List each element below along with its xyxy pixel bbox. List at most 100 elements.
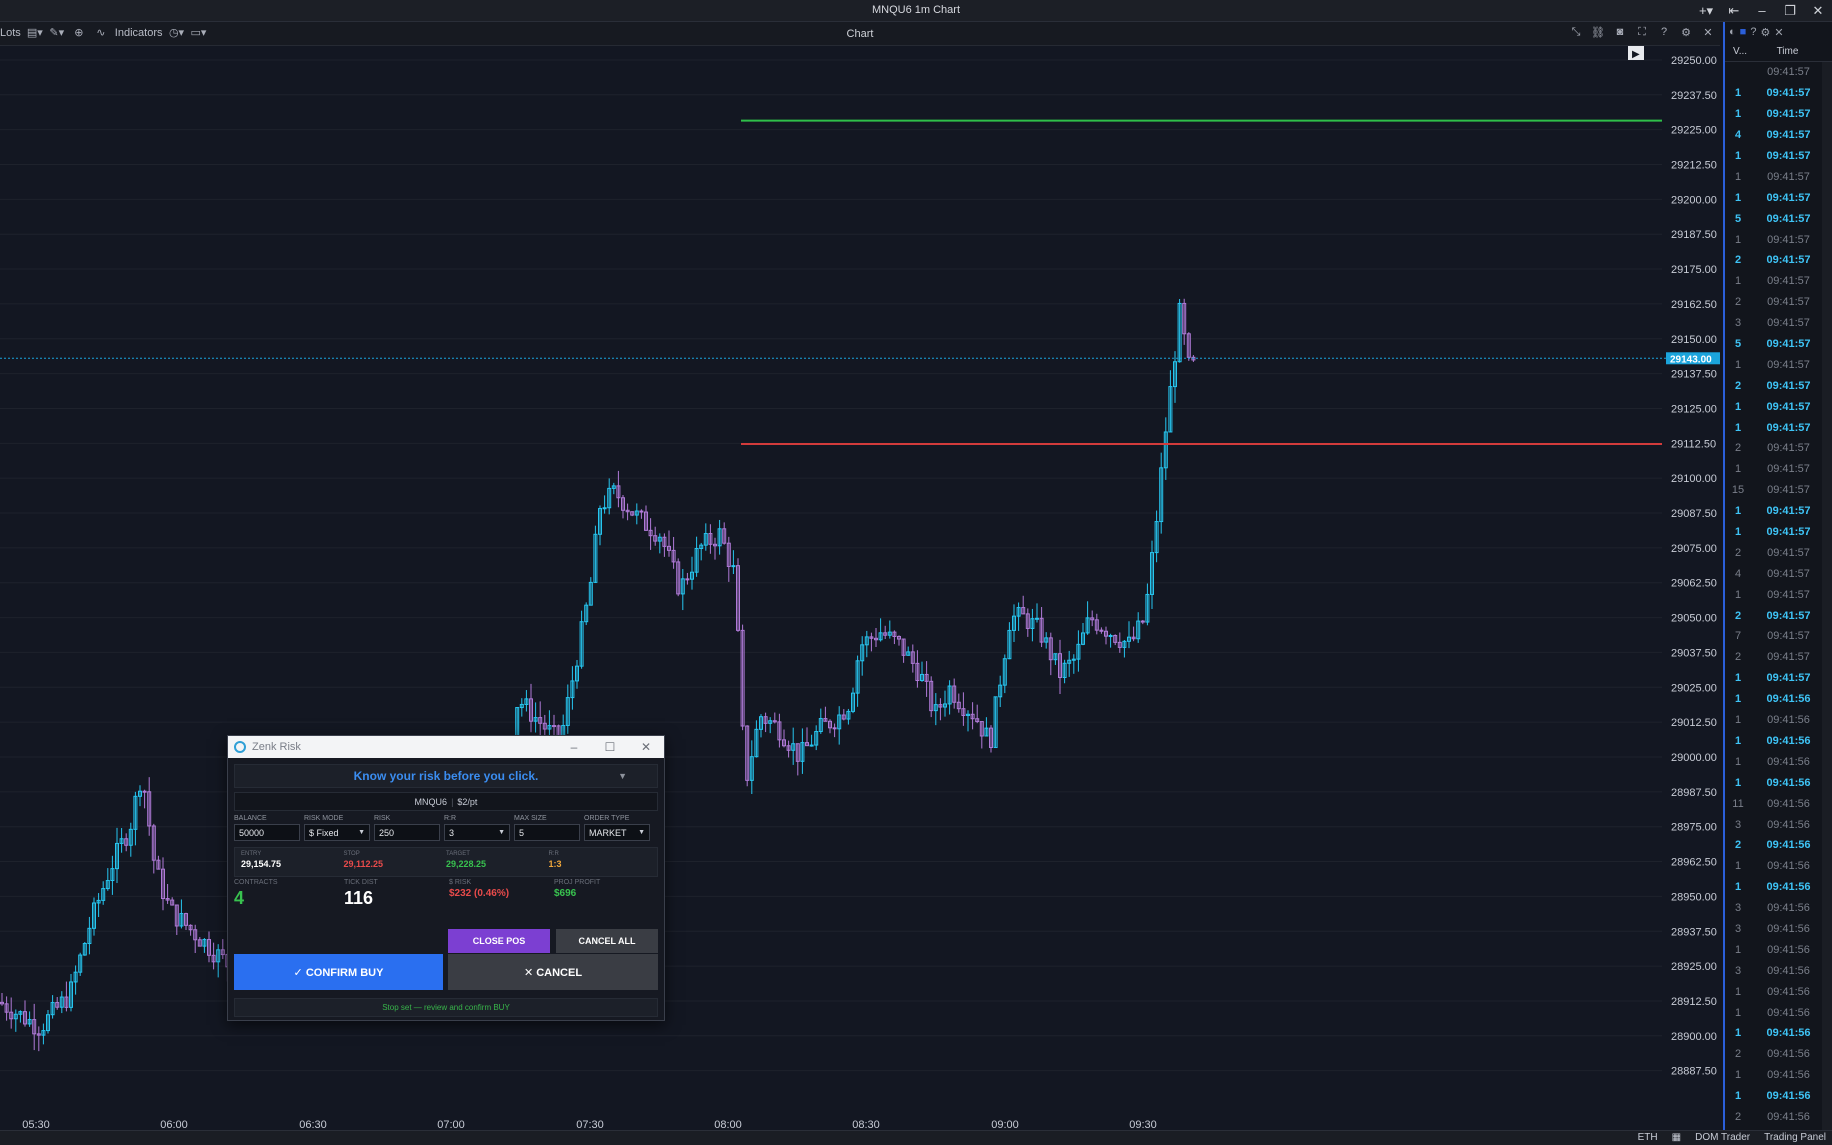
- link-icon[interactable]: ⛓: [1590, 26, 1606, 39]
- trade-volume: 1: [1734, 233, 1742, 246]
- cancel-button[interactable]: ✕ CANCEL: [448, 954, 658, 990]
- crosshair-icon[interactable]: ⤡: [1568, 26, 1584, 39]
- dialog-title-bar[interactable]: Zenk Risk – ☐ ✕: [228, 736, 664, 758]
- restore-icon[interactable]: ❐: [1776, 0, 1804, 22]
- trade-time: 09:41:56: [1767, 1110, 1810, 1123]
- field-select[interactable]: 3 ▼: [444, 824, 510, 841]
- zoom-icon[interactable]: ⊕: [71, 26, 87, 39]
- session-selector[interactable]: ETH: [1638, 1132, 1658, 1143]
- help-icon[interactable]: ?: [1656, 26, 1672, 39]
- close-position-button[interactable]: CLOSE POS: [448, 929, 550, 953]
- calc-stop: STOP 29,112.25: [344, 851, 447, 873]
- price-tick-label: 29150.00: [1671, 334, 1717, 346]
- chevron-down-icon[interactable]: ▼: [618, 771, 627, 781]
- trade-time: 09:41:56: [1767, 1006, 1810, 1019]
- chevron-down-icon[interactable]: ▼: [638, 829, 645, 836]
- add-window-icon[interactable]: +▾: [1692, 0, 1720, 22]
- trade-volume: 1: [1734, 860, 1742, 873]
- chevron-down-icon[interactable]: ▼: [498, 829, 505, 836]
- trade-row: 1 09:41:56: [1725, 877, 1832, 898]
- trade-row: 2 09:41:56: [1725, 1044, 1832, 1065]
- trade-volume: 2: [1734, 254, 1742, 267]
- candle-body: [1140, 620, 1145, 623]
- minimize-icon[interactable]: –: [1748, 0, 1776, 22]
- trading-panel-tab[interactable]: Trading Panel: [1764, 1132, 1826, 1143]
- field-value: 50000: [239, 828, 265, 838]
- risk-banner[interactable]: Know your risk before you click. ▼: [234, 764, 658, 788]
- camera-icon[interactable]: ◙: [1612, 26, 1628, 39]
- calc-value: 29,154.75: [241, 859, 282, 869]
- trade-volume: 2: [1734, 839, 1742, 852]
- panel-scrollbar[interactable]: [1822, 62, 1832, 1130]
- trade-time: 09:41:57: [1766, 505, 1811, 518]
- col-volume[interactable]: V...: [1725, 46, 1751, 61]
- timer-icon[interactable]: ◷▾: [169, 26, 185, 39]
- trade-volume: 15: [1731, 484, 1745, 497]
- panel-gear-icon[interactable]: ⚙: [1760, 26, 1770, 42]
- chart-toolbar: Lots ▤▾ ✎▾ ⊕ ∿ Indicators ◷▾ ▭▾ Chart ⤡ …: [0, 22, 1720, 46]
- field-input[interactable]: 5: [514, 824, 580, 841]
- trade-time: 09:41:56: [1767, 797, 1810, 810]
- trade-time: 09:41:56: [1766, 693, 1811, 706]
- template-icon[interactable]: ▭▾: [191, 26, 207, 39]
- panel-close-icon[interactable]: ✕: [1774, 26, 1783, 42]
- chevron-down-icon[interactable]: ▼: [358, 829, 365, 836]
- trade-row: 1 09:41:56: [1725, 939, 1832, 960]
- trade-time: 09:41:57: [1767, 484, 1810, 497]
- price-tick-label: 29025.00: [1671, 682, 1717, 694]
- draw-pencil-icon[interactable]: ✎▾: [49, 26, 65, 39]
- trade-row: 2 09:41:56: [1725, 835, 1832, 856]
- trade-volume: 1: [1734, 755, 1742, 768]
- indicators-icon[interactable]: ∿: [93, 26, 109, 39]
- trade-row: 1 09:41:56: [1725, 1086, 1832, 1107]
- trade-time: 09:41:57: [1766, 421, 1811, 434]
- window-controls: +▾ ⇤ – ❐ ✕: [1692, 0, 1832, 22]
- panel-toggle-icon[interactable]: ◐: [1729, 26, 1736, 42]
- trade-volume: 2: [1734, 1048, 1742, 1061]
- field-select[interactable]: MARKET ▼: [584, 824, 650, 841]
- close-icon[interactable]: ✕: [1804, 0, 1832, 22]
- contracts-value: 4: [234, 888, 245, 908]
- fullscreen-icon[interactable]: ⛶: [1634, 26, 1650, 39]
- trade-volume: 5: [1734, 338, 1742, 351]
- time-tick-label: 07:30: [576, 1119, 604, 1130]
- dialog-minimize-icon[interactable]: –: [556, 736, 592, 758]
- field-select[interactable]: $ Fixed ▼: [304, 824, 370, 841]
- calendar-icon[interactable]: ▦: [1672, 1132, 1681, 1143]
- price-tick-label: 29075.00: [1671, 543, 1717, 555]
- trade-row: 5 09:41:57: [1725, 334, 1832, 355]
- gear-icon[interactable]: ⚙: [1678, 26, 1694, 39]
- dom-trader-tab[interactable]: DOM Trader: [1695, 1132, 1750, 1143]
- dialog-close-icon[interactable]: ✕: [628, 736, 664, 758]
- panel-color-icon[interactable]: ■: [1740, 26, 1747, 42]
- trade-row: 7 09:41:57: [1725, 626, 1832, 647]
- trade-row: 1 09:41:56: [1725, 981, 1832, 1002]
- field-order-type: ORDER TYPE MARKET ▼: [584, 815, 650, 841]
- trade-row: 1 09:41:57: [1725, 271, 1832, 292]
- title-bar: MNQU6 1m Chart +▾ ⇤ – ❐ ✕: [0, 0, 1832, 22]
- trade-volume: 1: [1734, 526, 1742, 539]
- trade-time: 09:41:57: [1766, 400, 1811, 413]
- price-tick-label: 28975.00: [1671, 822, 1717, 834]
- trade-time: 09:41:56: [1766, 881, 1811, 894]
- trade-volume: 1: [1734, 1069, 1742, 1082]
- field-input[interactable]: 50000: [234, 824, 300, 841]
- confirm-buy-button[interactable]: ✓ CONFIRM BUY: [234, 954, 443, 990]
- trade-time: 09:41:57: [1766, 526, 1811, 539]
- window-title: MNQU6 1m Chart: [871, 4, 961, 16]
- trade-row: 1 09:41:56: [1725, 1065, 1832, 1086]
- field-input[interactable]: 250: [374, 824, 440, 841]
- last-price-label: 29143.00: [1670, 354, 1712, 365]
- tick-dist-stat: TICK DIST 116: [344, 879, 378, 908]
- cancel-all-button[interactable]: CANCEL ALL: [556, 929, 658, 953]
- col-time[interactable]: Time: [1751, 46, 1832, 61]
- price-tick-label: 29162.50: [1671, 299, 1717, 311]
- lots-button[interactable]: Lots: [0, 27, 21, 39]
- chart-type-icon[interactable]: ▤▾: [27, 26, 43, 39]
- indicators-button[interactable]: Indicators: [115, 27, 163, 39]
- close-chart-icon[interactable]: ✕: [1700, 26, 1716, 39]
- dialog-maximize-icon[interactable]: ☐: [592, 736, 628, 758]
- pin-icon[interactable]: ⇤: [1720, 0, 1748, 22]
- field-balance: BALANCE 50000: [234, 815, 300, 841]
- panel-help-icon[interactable]: ?: [1750, 26, 1756, 42]
